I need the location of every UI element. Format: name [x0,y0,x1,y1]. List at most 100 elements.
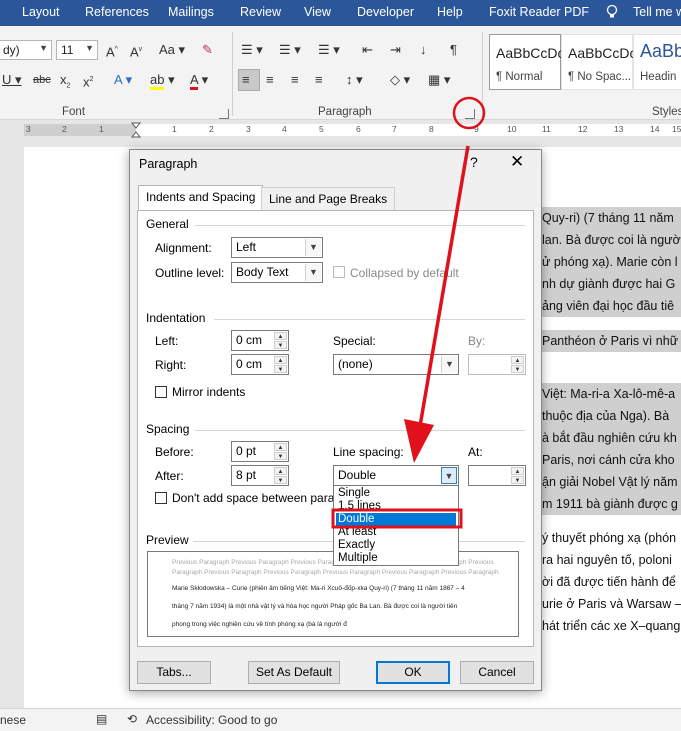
option-1-5-lines[interactable]: 1.5 lines [336,500,456,513]
by-spinner[interactable]: ▲ ▼ [468,354,526,375]
option-double[interactable]: Double [336,513,456,526]
cancel-button[interactable]: Cancel [460,661,534,684]
word-window: Layout References Mailings Review View D… [0,0,681,731]
chevron-down-icon[interactable]: ▼ [305,239,321,256]
dont-add-space-checkbox[interactable] [155,492,167,504]
horizontal-ruler[interactable]: 3 2 1 1 2 3 4 5 6 7 8 9 10 11 12 13 14 1… [0,121,681,139]
chevron-down-icon[interactable]: ▼ [305,264,321,281]
after-spinner[interactable]: 8 pt ▲ ▼ [231,465,289,486]
paragraph-dialog-launcher-icon[interactable] [465,109,475,119]
align-left-icon[interactable]: ≡ [242,72,250,88]
left-indent-value: 0 cm [236,333,263,347]
style-heading[interactable]: AaBb Headin [633,34,681,90]
spinner-arrows-icon[interactable]: ▲ ▼ [511,356,524,373]
strikethrough-icon[interactable]: abc [33,72,51,88]
at-spinner[interactable]: ▲ ▼ [468,465,526,486]
right-indent-spinner[interactable]: 0 cm ▲ ▼ [231,354,289,375]
indent-marker-icon[interactable] [131,122,141,138]
accessibility-status[interactable]: Accessibility: Good to go [146,713,277,727]
line-spacing-select[interactable]: Double ▼ [333,465,459,486]
option-exactly[interactable]: Exactly [336,539,456,552]
spinner-arrows-icon[interactable]: ▲ ▼ [274,443,287,460]
option-single[interactable]: Single [336,487,456,500]
ruler-tick: 4 [282,124,287,134]
tab-help[interactable]: Help [437,5,463,19]
ok-button[interactable]: OK [376,661,450,684]
tab-foxit-reader-pdf[interactable]: Foxit Reader PDF [489,5,589,19]
superscript-icon[interactable]: x2 [83,72,93,90]
shrink-font-icon[interactable]: Av [130,42,142,60]
chevron-down-icon[interactable]: ▼ [85,43,94,53]
numbering-icon[interactable]: ☰ ▾ [279,42,301,58]
tab-developer[interactable]: Developer [357,5,414,19]
alignment-select[interactable]: Left ▼ [231,237,323,258]
font-name-combo[interactable]: dy) ▼ [0,40,52,60]
keyboard-icon[interactable]: ▤ [96,712,107,726]
text-effects-icon[interactable]: A ▾ [114,72,132,88]
shading-icon[interactable]: ◇ ▾ [390,72,410,88]
accessibility-icon[interactable]: ⟲ [127,712,137,726]
bullets-icon[interactable]: ☰ ▾ [241,42,263,58]
set-as-default-button[interactable]: Set As Default [248,661,340,684]
tab-indents-and-spacing[interactable]: Indents and Spacing [138,185,264,211]
collapsed-checkbox[interactable] [333,266,345,278]
font-dialog-launcher-icon[interactable] [219,109,229,119]
ruler-tick: 12 [578,124,588,134]
left-indent-spinner[interactable]: 0 cm ▲ ▼ [231,330,289,351]
ribbon-tab-bar: Layout References Mailings Review View D… [0,0,681,26]
chevron-down-icon[interactable]: ▼ [441,356,457,373]
section-indentation: Indentation [146,311,206,325]
style-normal[interactable]: AaBbCcDc ¶ Normal [489,34,564,90]
document-line: nh dự giành được hai G [538,273,681,295]
spinner-arrows-icon[interactable]: ▲ ▼ [511,467,524,484]
decrease-indent-icon[interactable]: ⇤ [362,42,373,58]
highlight-icon[interactable]: ab ▾ [150,72,175,90]
clear-formatting-icon[interactable]: ✎ [202,42,213,58]
mirror-indents-checkbox[interactable] [155,386,167,398]
font-size-value: 11 [61,43,74,57]
spinner-arrows-icon[interactable]: ▲ ▼ [274,332,287,349]
divider [214,319,525,320]
style-no-spacing[interactable]: AaBbCcDc ¶ No Spac... [561,34,636,90]
chevron-down-icon[interactable]: ▼ [39,43,48,53]
divider [195,430,525,431]
chevron-down-icon[interactable]: ▼ [441,467,457,484]
grow-font-icon[interactable]: A^ [106,42,118,60]
sort-icon[interactable]: ↓ [420,42,427,58]
tab-line-and-page-breaks[interactable]: Line and Page Breaks [261,187,396,211]
tab-mailings[interactable]: Mailings [168,5,214,19]
spinner-arrows-icon[interactable]: ▲ ▼ [274,467,287,484]
tell-me-search[interactable]: Tell me w [633,5,681,19]
before-spinner[interactable]: 0 pt ▲ ▼ [231,441,289,462]
outline-level-select[interactable]: Body Text ▼ [231,262,323,283]
close-icon[interactable]: ✕ [510,152,524,172]
line-spacing-icon[interactable]: ↕ ▾ [346,72,363,88]
align-center-icon[interactable]: ≡ [266,72,274,88]
spinner-arrows-icon[interactable]: ▲ ▼ [274,356,287,373]
language-indicator[interactable]: nese [0,713,26,727]
show-hide-marks-icon[interactable]: ¶ [450,42,457,58]
font-size-combo[interactable]: 11 ▼ [56,40,98,60]
borders-icon[interactable]: ▦ ▾ [428,72,450,88]
tab-layout[interactable]: Layout [22,5,60,19]
tab-references[interactable]: References [85,5,149,19]
special-select[interactable]: (none) ▼ [333,354,459,375]
justify-icon[interactable]: ≡ [315,72,323,88]
tabs-button[interactable]: Tabs... [137,661,211,684]
tab-review[interactable]: Review [240,5,281,19]
increase-indent-icon[interactable]: ⇥ [390,42,401,58]
at-label: At: [468,445,483,459]
document-line: à bắt đầu nghiên cứu kh [538,427,681,449]
document-line: Quy-ri) (7 tháng 11 năm [538,207,681,229]
help-icon[interactable]: ? [470,154,478,170]
multilevel-list-icon[interactable]: ☰ ▾ [318,42,340,58]
change-case-icon[interactable]: Aa ▾ [159,42,185,58]
align-right-icon[interactable]: ≡ [291,72,299,88]
font-color-icon[interactable]: A ▾ [190,72,208,90]
option-at-least[interactable]: At least [336,526,456,539]
underline-icon[interactable]: U ▾ [2,72,22,88]
option-multiple[interactable]: Multiple [336,552,456,565]
before-value: 0 pt [236,444,257,458]
tab-view[interactable]: View [304,5,331,19]
subscript-icon[interactable]: x2 [60,72,70,95]
